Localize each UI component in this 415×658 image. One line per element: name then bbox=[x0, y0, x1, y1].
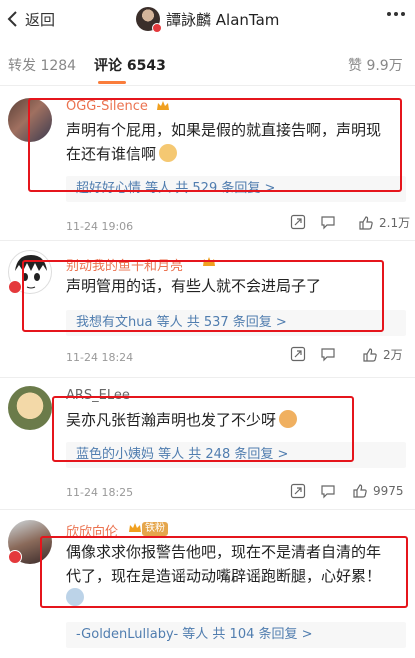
like-button[interactable]: 2万 bbox=[362, 346, 403, 363]
avatar[interactable] bbox=[8, 386, 52, 430]
divider bbox=[0, 377, 415, 378]
repost-icon[interactable] bbox=[290, 346, 306, 362]
like-button[interactable]: 9975 bbox=[352, 483, 404, 499]
more-options-icon[interactable] bbox=[387, 12, 405, 16]
member-badge-icon bbox=[8, 280, 22, 294]
tab-repost[interactable]: 转发 1284 bbox=[8, 55, 76, 75]
page-title-group[interactable]: 譚詠麟 AlanTam bbox=[136, 5, 279, 33]
repost-icon[interactable] bbox=[290, 214, 306, 230]
active-tab-indicator bbox=[98, 81, 126, 84]
chevron-left-icon bbox=[7, 11, 17, 27]
annotation-box bbox=[40, 536, 408, 608]
thumbs-up-icon bbox=[359, 215, 373, 230]
comment-icon[interactable] bbox=[320, 214, 336, 230]
fan-level-badge: 铁粉 bbox=[142, 522, 168, 536]
like-button[interactable]: 2.1万 bbox=[358, 214, 410, 231]
tab-like[interactable]: 赞 9.9万 bbox=[348, 55, 403, 75]
repost-icon[interactable] bbox=[290, 483, 306, 499]
comment-time: 11-24 18:25 bbox=[66, 486, 134, 499]
divider bbox=[0, 509, 415, 510]
comment-time: 11-24 19:06 bbox=[66, 220, 134, 233]
page-title: 譚詠麟 AlanTam bbox=[166, 10, 280, 29]
annotation-box bbox=[52, 396, 354, 462]
verified-badge-icon bbox=[152, 23, 162, 33]
back-button[interactable]: 返回 bbox=[4, 6, 55, 32]
author-avatar bbox=[136, 7, 162, 33]
divider bbox=[0, 240, 415, 241]
thumbs-up-icon bbox=[363, 347, 377, 362]
crown-icon bbox=[129, 523, 141, 532]
like-count: 9975 bbox=[373, 484, 404, 498]
member-badge-icon bbox=[8, 550, 22, 564]
annotation-box bbox=[22, 260, 384, 332]
comment-icon[interactable] bbox=[320, 346, 336, 362]
annotation-box bbox=[28, 98, 402, 192]
thumbs-up-icon bbox=[353, 484, 367, 498]
comment-time: 11-24 18:24 bbox=[66, 351, 134, 364]
top-navigation-bar: 返回 譚詠麟 AlanTam bbox=[0, 0, 415, 38]
comment-icon[interactable] bbox=[320, 483, 336, 499]
tab-bar: 转发 1284 评论 6543 赞 9.9万 bbox=[0, 44, 415, 86]
like-count: 2.1万 bbox=[379, 216, 411, 230]
back-label: 返回 bbox=[25, 10, 56, 29]
like-count: 2万 bbox=[383, 348, 403, 362]
replies-link[interactable]: -GoldenLullaby- 等人 共 104 条回复 > bbox=[66, 622, 406, 648]
tab-comment[interactable]: 评论 6543 bbox=[94, 55, 166, 75]
